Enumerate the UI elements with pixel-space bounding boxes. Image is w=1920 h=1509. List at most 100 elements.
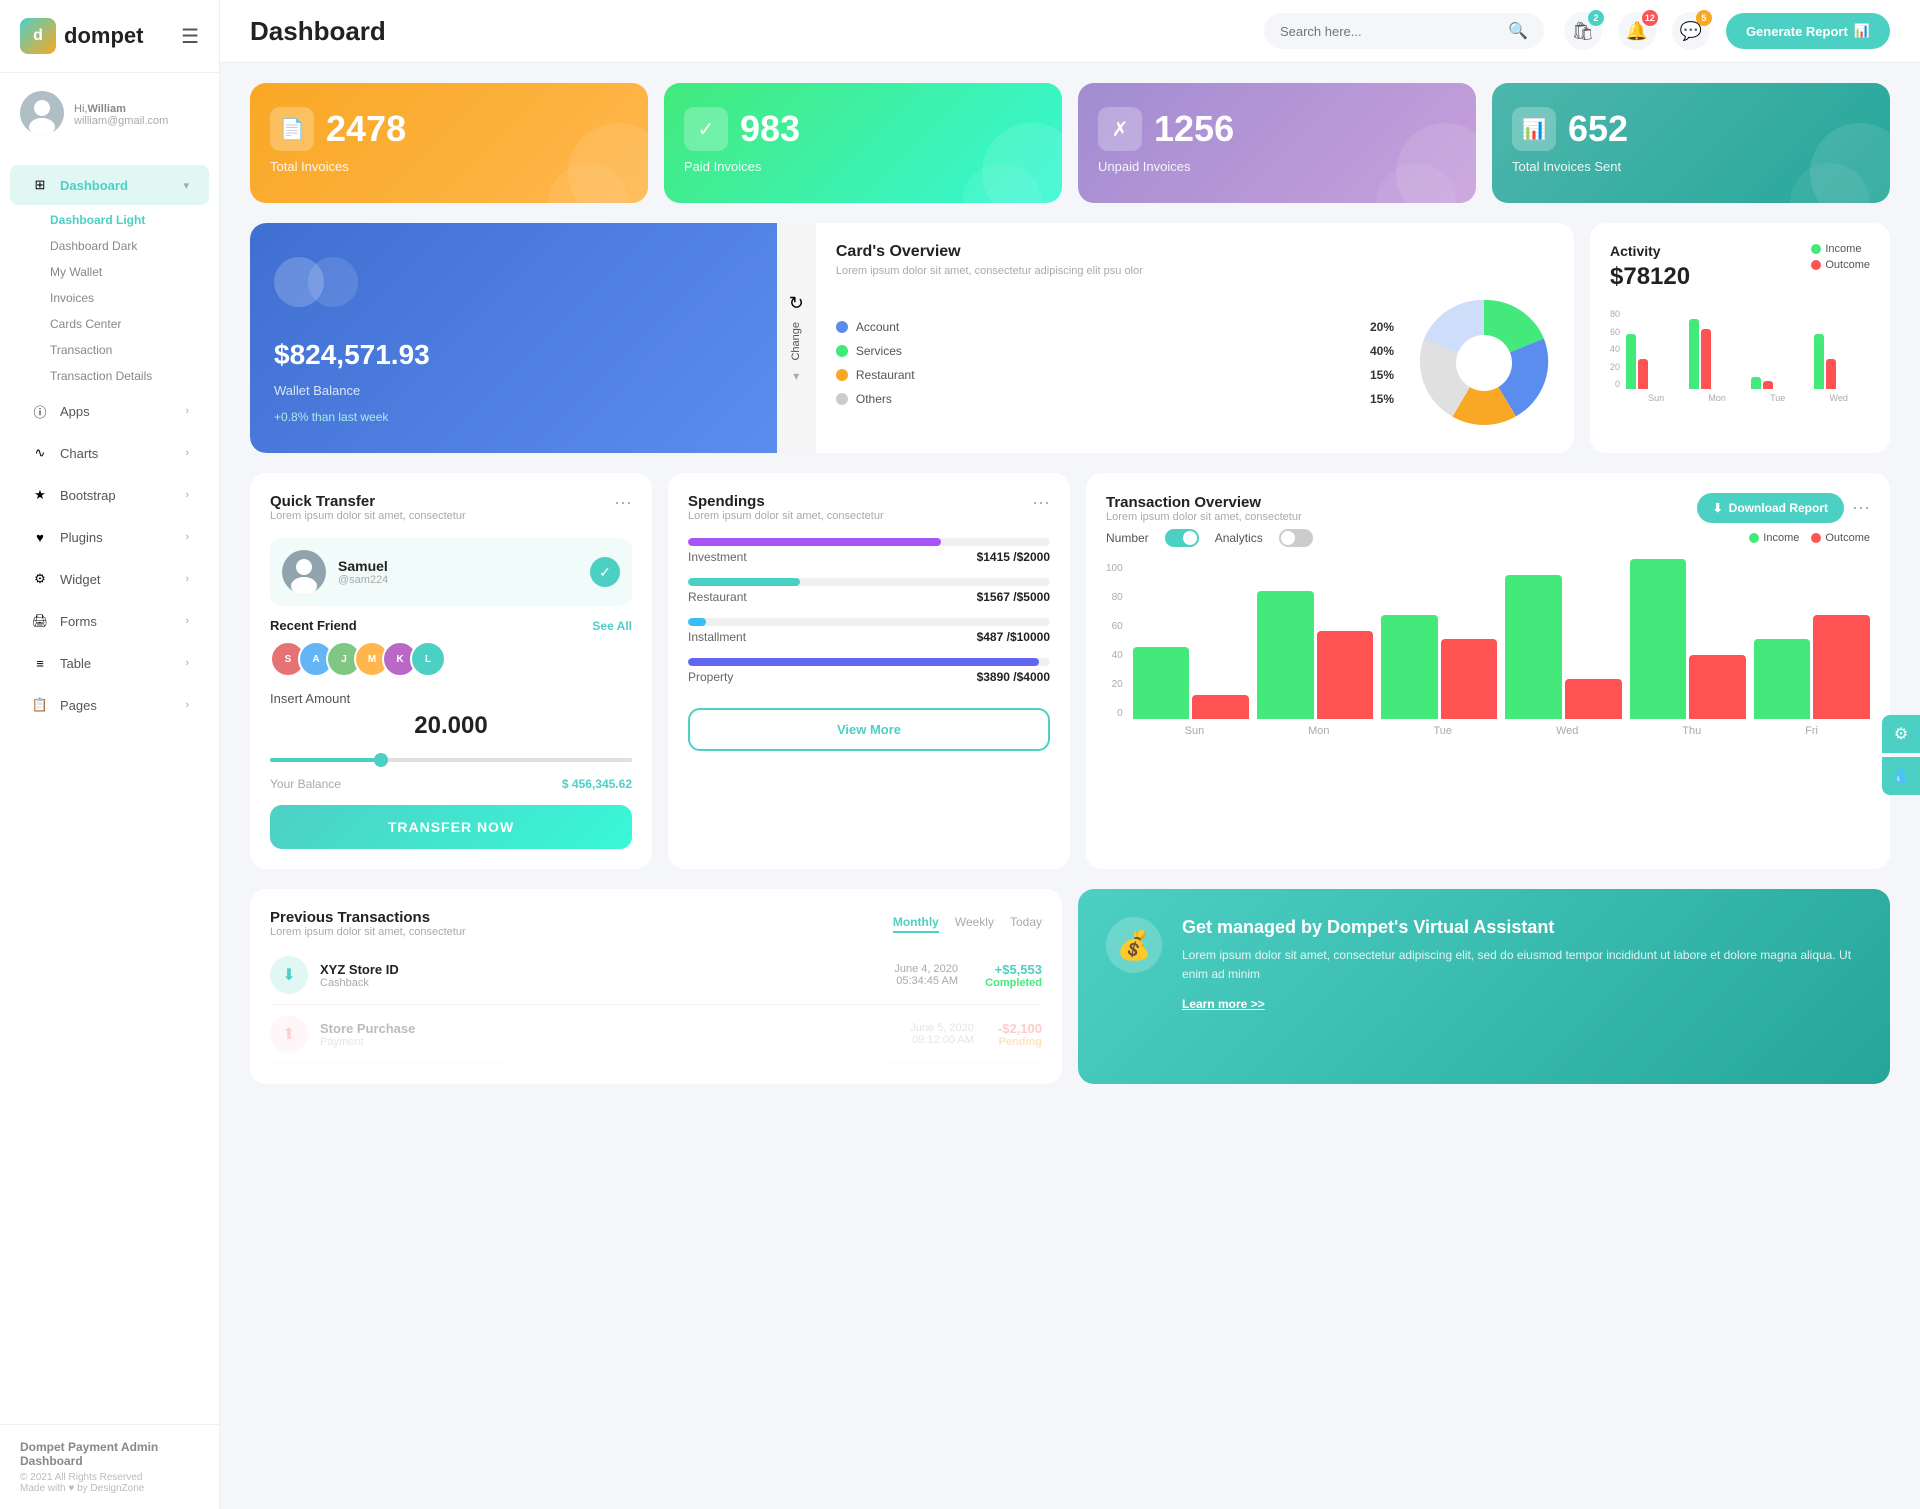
- transaction-chart: 100806040200: [1106, 559, 1870, 737]
- user-email: william@gmail.com: [74, 115, 168, 127]
- sidebar-item-label: Dashboard: [60, 178, 128, 193]
- sub-nav-item-my-wallet[interactable]: My Wallet: [30, 259, 219, 285]
- insert-amount-label: Insert Amount: [270, 691, 632, 706]
- header-icons: 🛍 2 🔔 12 💬 5 Generate Report 📊: [1564, 12, 1890, 50]
- spending-item-2: Installment $487 /$10000: [688, 618, 1050, 644]
- activity-amount: $78120: [1610, 263, 1690, 291]
- amount-slider[interactable]: [270, 758, 632, 762]
- pt-title: Previous Transactions: [270, 909, 466, 926]
- wallet-card: $824,571.93 Wallet Balance +0.8% than la…: [250, 223, 777, 453]
- sidebar-footer: Dompet Payment Admin Dashboard © 2021 Al…: [0, 1424, 219, 1509]
- sub-nav-item-invoices[interactable]: Invoices: [30, 285, 219, 311]
- check-icon: ✓: [590, 557, 620, 587]
- spendings-title: Spendings: [688, 493, 884, 510]
- total-invoices-icon: 📄: [270, 107, 314, 151]
- sidebar-item-charts[interactable]: ∿ Charts ›: [10, 433, 209, 473]
- unpaid-invoices-number: 1256: [1154, 108, 1234, 150]
- transaction-overview-card: Transaction Overview Lorem ipsum dolor s…: [1086, 473, 1890, 869]
- main-content: Dashboard 🔍 🛍 2 🔔 12 💬 5 Generate Report…: [220, 0, 1920, 1509]
- slider-wrapper: [270, 750, 632, 765]
- sidebar-item-table[interactable]: ≡ Table ›: [10, 643, 209, 683]
- view-more-button[interactable]: View More: [688, 708, 1050, 751]
- recent-friend-row: Recent Friend See All: [270, 618, 632, 633]
- paid-invoices-number: 983: [740, 108, 800, 150]
- activity-legend: Income Outcome: [1811, 243, 1870, 271]
- sidebar-item-widget[interactable]: ⚙ Widget ›: [10, 559, 209, 599]
- previous-transactions-card: Previous Transactions Lorem ipsum dolor …: [250, 889, 1062, 1084]
- sub-nav-item-transaction[interactable]: Transaction: [30, 337, 219, 363]
- quick-transfer-subtitle: Lorem ipsum dolor sit amet, consectetur: [270, 510, 466, 522]
- to-subtitle: Lorem ipsum dolor sit amet, consectetur: [1106, 511, 1302, 523]
- va-title: Get managed by Dompet's Virtual Assistan…: [1182, 917, 1862, 938]
- sub-nav: Dashboard Light Dashboard Dark My Wallet…: [0, 207, 219, 389]
- sub-nav-item-dashboard-light[interactable]: Dashboard Light: [30, 207, 219, 233]
- download-report-button[interactable]: ⬇ Download Report: [1697, 493, 1844, 523]
- bootstrap-icon: ★: [30, 485, 50, 505]
- trans-icon-2: ⬆: [270, 1015, 308, 1053]
- sidebar-item-apps[interactable]: ⓘ Apps ›: [10, 391, 209, 431]
- sub-nav-item-dashboard-dark[interactable]: Dashboard Dark: [30, 233, 219, 259]
- bag-button[interactable]: 🛍 2: [1564, 12, 1602, 50]
- quick-transfer-options[interactable]: ⋯: [614, 493, 632, 514]
- gear-toolbar-button[interactable]: ⚙: [1882, 715, 1920, 753]
- unpaid-invoices-icon: ✗: [1098, 107, 1142, 151]
- stat-card-paid-invoices: ✓ 983 Paid Invoices: [664, 83, 1062, 203]
- sidebar-item-dashboard[interactable]: ⊞ Dashboard ▾: [10, 165, 209, 205]
- transfer-info: Samuel @sam224: [338, 558, 388, 586]
- pt-header: Previous Transactions Lorem ipsum dolor …: [270, 909, 1042, 938]
- sidebar-item-pages[interactable]: 📋 Pages ›: [10, 685, 209, 725]
- paid-invoices-icon: ✓: [684, 107, 728, 151]
- sidebar-item-plugins[interactable]: ♥ Plugins ›: [10, 517, 209, 557]
- va-learn-more-link[interactable]: Learn more >>: [1182, 997, 1265, 1011]
- generate-report-button[interactable]: Generate Report 📊: [1726, 13, 1890, 49]
- to-options[interactable]: ⋯: [1852, 498, 1870, 519]
- sidebar-item-bootstrap[interactable]: ★ Bootstrap ›: [10, 475, 209, 515]
- activity-card: Activity $78120 Income Outcome: [1590, 223, 1890, 453]
- pt-tab-weekly[interactable]: Weekly: [955, 915, 994, 933]
- see-all-button[interactable]: See All: [592, 619, 632, 633]
- bell-button[interactable]: 🔔 12: [1618, 12, 1656, 50]
- analytics-toggle[interactable]: [1279, 529, 1313, 547]
- pt-tab-today[interactable]: Today: [1010, 915, 1042, 933]
- search-bar[interactable]: 🔍: [1264, 13, 1544, 49]
- transfer-avatar: [282, 550, 326, 594]
- spending-item-0: Investment $1415 /$2000: [688, 538, 1050, 564]
- stat-card-total-sent: 📊 652 Total Invoices Sent: [1492, 83, 1890, 203]
- table-icon: ≡: [30, 653, 50, 673]
- spendings-options[interactable]: ⋯: [1032, 493, 1050, 514]
- avatar: [20, 91, 64, 135]
- user-info: Hi,William william@gmail.com: [74, 100, 168, 127]
- table-row: ⬆ Store Purchase Payment June 5, 2020 09…: [270, 1005, 1042, 1064]
- side-toolbar: ⚙ 💧: [1882, 715, 1920, 795]
- wallet-change: +0.8% than last week: [274, 410, 753, 424]
- drop-toolbar-button[interactable]: 💧: [1882, 757, 1920, 795]
- transfer-now-button[interactable]: TRANSFER NOW: [270, 805, 632, 849]
- pt-tabs: Monthly Weekly Today: [893, 915, 1042, 933]
- pie-chart: [1414, 293, 1554, 433]
- logo-text: dompet: [64, 23, 143, 49]
- sidebar-item-forms[interactable]: 🖨 Forms ›: [10, 601, 209, 641]
- dashboard-content: 📄 2478 Total Invoices ✓ 983 Paid Invoice…: [220, 63, 1920, 1509]
- stats-row: 📄 2478 Total Invoices ✓ 983 Paid Invoice…: [250, 83, 1890, 203]
- quick-transfer-title: Quick Transfer: [270, 493, 466, 510]
- change-button[interactable]: ↻ Change ▾: [777, 223, 816, 453]
- cards-overview-subtitle: Lorem ipsum dolor sit amet, consectetur …: [836, 265, 1554, 277]
- search-icon: 🔍: [1508, 21, 1528, 41]
- activity-title: Activity: [1610, 243, 1690, 259]
- bar-chart-icon: 📊: [1854, 23, 1870, 39]
- chat-badge: 5: [1696, 10, 1712, 26]
- to-header: Transaction Overview Lorem ipsum dolor s…: [1106, 493, 1870, 523]
- sub-nav-item-cards-center[interactable]: Cards Center: [30, 311, 219, 337]
- wallet-overview-card: $824,571.93 Wallet Balance +0.8% than la…: [250, 223, 1574, 453]
- sub-nav-item-transaction-details[interactable]: Transaction Details: [30, 363, 219, 389]
- download-icon: ⬇: [1713, 501, 1723, 515]
- trans-amount: +$5,553: [982, 962, 1042, 977]
- table-row: ⬇ XYZ Store ID Cashback June 4, 2020 05:…: [270, 946, 1042, 1005]
- bottom-last-row: Previous Transactions Lorem ipsum dolor …: [250, 889, 1890, 1084]
- hamburger-icon[interactable]: ☰: [181, 24, 199, 49]
- search-input[interactable]: [1280, 24, 1500, 39]
- apps-icon: ⓘ: [30, 401, 50, 421]
- number-toggle[interactable]: [1165, 529, 1199, 547]
- pt-tab-monthly[interactable]: Monthly: [893, 915, 939, 933]
- chat-button[interactable]: 💬 5: [1672, 12, 1710, 50]
